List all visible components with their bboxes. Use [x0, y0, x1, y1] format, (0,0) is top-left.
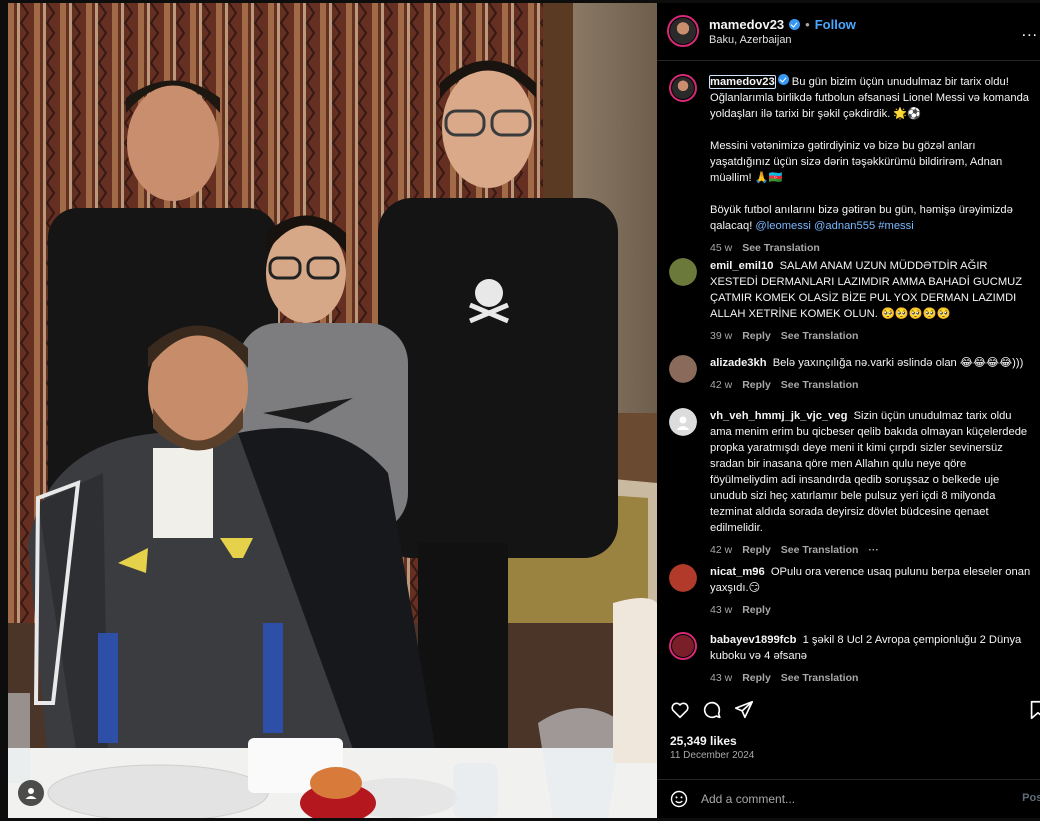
- verified-badge-icon: [777, 74, 789, 85]
- comment-username[interactable]: vh_veh_hmmj_jk_vjc_veg: [710, 410, 847, 422]
- more-options-icon[interactable]: ...: [1022, 23, 1038, 41]
- commenter-avatar[interactable]: [669, 258, 697, 286]
- post-photo[interactable]: [8, 3, 657, 818]
- likes-count[interactable]: 25,349 likes: [670, 734, 737, 748]
- caption-meta: 45 w See Translation: [710, 240, 1032, 256]
- reply-button[interactable]: Reply: [742, 542, 771, 558]
- follow-button[interactable]: Follow: [815, 17, 856, 32]
- add-comment-bar: Post: [657, 779, 1040, 818]
- commenter-avatar[interactable]: [669, 355, 697, 383]
- photo-scene: [8, 3, 657, 818]
- emoji-icon[interactable]: [669, 789, 689, 809]
- mention-leomessi[interactable]: @leomessi: [755, 220, 811, 232]
- post-comment-button[interactable]: Post: [1022, 792, 1040, 804]
- author-username[interactable]: mamedov23: [709, 17, 784, 32]
- commenter-avatar[interactable]: [669, 408, 697, 436]
- default-avatar-icon: [676, 416, 690, 430]
- share-icon[interactable]: [733, 699, 755, 721]
- caption-body: mamedov23 Bu gün bizim üçün unudulmaz bi…: [709, 74, 1032, 256]
- reply-button[interactable]: Reply: [742, 328, 771, 344]
- hashtag-messi[interactable]: #messi: [878, 220, 913, 232]
- comment-time: 42 w: [710, 544, 733, 556]
- caption-time: 45 w: [710, 242, 733, 254]
- tagged-user-icon[interactable]: [18, 780, 44, 806]
- post-actions: [657, 699, 1040, 729]
- mention-adnan555[interactable]: @adnan555: [814, 220, 875, 232]
- comment-username[interactable]: alizade3kh: [710, 357, 767, 369]
- caption-see-translation[interactable]: See Translation: [742, 240, 820, 256]
- reply-button[interactable]: Reply: [742, 670, 771, 686]
- verified-badge-icon: [789, 19, 801, 30]
- commenter-avatar[interactable]: [669, 564, 697, 592]
- see-translation-button[interactable]: See Translation: [781, 670, 859, 686]
- caption: mamedov23 Bu gün bizim üçün unudulmaz bi…: [657, 74, 1040, 254]
- comment-text: Belə yaxınçılığa nə.varki əslində olan 😂…: [772, 357, 1024, 369]
- reply-button[interactable]: Reply: [742, 602, 771, 618]
- comment-time: 43 w: [710, 672, 733, 684]
- separator-dot: •: [805, 17, 810, 32]
- heart-icon[interactable]: [669, 699, 691, 721]
- post-header: mamedov23 • Follow Baku, Azerbaijan ...: [657, 3, 1040, 61]
- see-translation-button[interactable]: See Translation: [781, 542, 859, 558]
- comment-icon[interactable]: [701, 699, 723, 721]
- comment-username[interactable]: babayev1899fcb: [710, 634, 796, 646]
- comments-list[interactable]: mamedov23 Bu gün bizim üçün unudulmaz bi…: [657, 62, 1040, 694]
- comment-input[interactable]: [701, 788, 991, 810]
- caption-username[interactable]: mamedov23: [709, 75, 776, 89]
- commenter-avatar[interactable]: [669, 632, 697, 660]
- comment-username[interactable]: nicat_m96: [710, 566, 765, 578]
- comment-time: 39 w: [710, 330, 733, 342]
- location-link[interactable]: Baku, Azerbaijan: [709, 34, 792, 46]
- author-info: mamedov23 • Follow: [709, 17, 856, 32]
- post-date: 11 December 2024: [670, 750, 755, 761]
- bookmark-icon[interactable]: [1027, 699, 1040, 721]
- comment-text: Sizin üçün unudulmaz tarix oldu ama meni…: [710, 410, 1028, 534]
- caption-avatar[interactable]: [669, 74, 697, 102]
- caption-paragraph-2: Messini vətənimizə gətirdiyiniz və bizə …: [710, 140, 1003, 184]
- author-avatar[interactable]: [667, 15, 699, 47]
- see-translation-button[interactable]: See Translation: [781, 377, 859, 393]
- comment-time: 43 w: [710, 604, 733, 616]
- comment-time: 42 w: [710, 379, 733, 391]
- post-side-panel: mamedov23 • Follow Baku, Azerbaijan ... …: [657, 3, 1040, 818]
- instagram-post-modal: mamedov23 • Follow Baku, Azerbaijan ... …: [0, 0, 1040, 821]
- comment-username[interactable]: emil_emil10: [710, 260, 773, 272]
- comment-more-icon[interactable]: ···: [868, 542, 879, 558]
- see-translation-button[interactable]: See Translation: [781, 328, 859, 344]
- reply-button[interactable]: Reply: [742, 377, 771, 393]
